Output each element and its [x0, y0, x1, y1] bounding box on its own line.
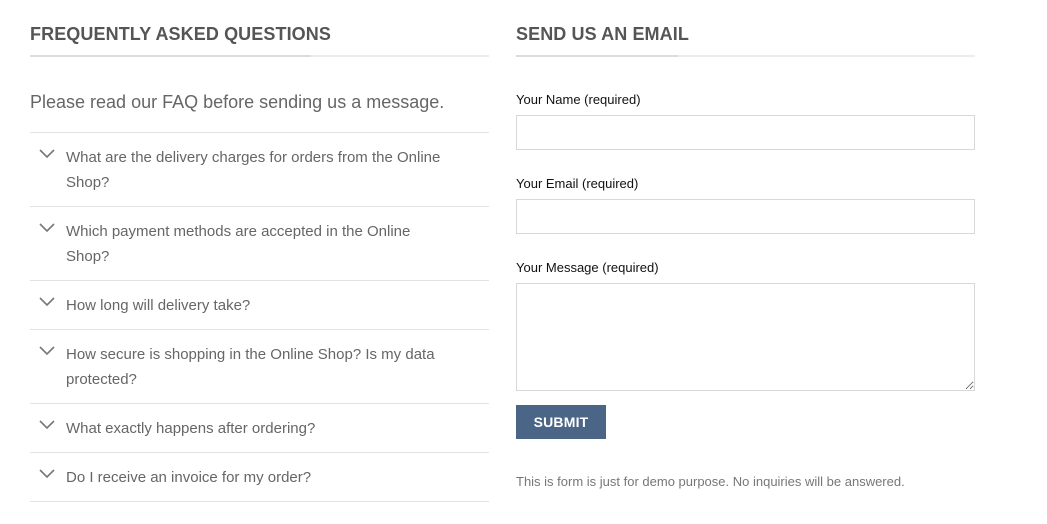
- faq-item[interactable]: What are the delivery charges for orders…: [30, 133, 489, 207]
- faq-item[interactable]: Do I receive an invoice for my order?: [30, 453, 489, 502]
- faq-section: FREQUENTLY ASKED QUESTIONS Please read o…: [30, 22, 489, 502]
- contact-section: SEND US AN EMAIL Your Name (required) Yo…: [516, 22, 975, 490]
- name-label: Your Name (required): [516, 92, 641, 107]
- faq-item[interactable]: How long will delivery take?: [30, 281, 489, 330]
- chevron-down-icon: [39, 149, 55, 159]
- faq-question: How long will delivery take?: [66, 297, 251, 314]
- contact-heading-underline: [516, 55, 678, 57]
- faq-heading: FREQUENTLY ASKED QUESTIONS: [30, 24, 331, 44]
- page: FREQUENTLY ASKED QUESTIONS Please read o…: [0, 0, 1047, 524]
- faq-item[interactable]: Which payment methods are accepted in th…: [30, 207, 489, 281]
- demo-note: This is form is just for demo purpose. N…: [516, 474, 905, 489]
- chevron-down-icon: [39, 469, 55, 479]
- chevron-down-icon: [39, 297, 55, 307]
- faq-question: What are the delivery charges for orders…: [66, 149, 441, 191]
- faq-question: Do I receive an invoice for my order?: [66, 469, 312, 486]
- contact-form: Your Name (required) Your Email (require…: [516, 92, 975, 490]
- faq-intro: Please read our FAQ before sending us a …: [30, 92, 445, 112]
- faq-item[interactable]: What exactly happens after ordering?: [30, 404, 489, 453]
- chevron-down-icon: [39, 223, 55, 233]
- faq-list: What are the delivery charges for orders…: [30, 132, 489, 502]
- email-field[interactable]: [516, 199, 975, 234]
- email-label: Your Email (required): [516, 176, 639, 191]
- message-label: Your Message (required): [516, 260, 659, 275]
- faq-question: How secure is shopping in the Online Sho…: [66, 346, 435, 388]
- contact-heading: SEND US AN EMAIL: [516, 24, 689, 44]
- contact-heading-divider: [516, 55, 975, 57]
- submit-button[interactable]: SUBMIT: [516, 405, 606, 439]
- chevron-down-icon: [39, 346, 55, 356]
- chevron-down-icon: [39, 420, 55, 430]
- name-field[interactable]: [516, 115, 975, 150]
- faq-question: What exactly happens after ordering?: [66, 420, 316, 437]
- faq-heading-underline: [30, 55, 311, 57]
- message-field[interactable]: [516, 283, 975, 391]
- faq-heading-divider: [30, 55, 489, 57]
- faq-item[interactable]: How secure is shopping in the Online Sho…: [30, 330, 489, 404]
- faq-question: Which payment methods are accepted in th…: [66, 223, 411, 265]
